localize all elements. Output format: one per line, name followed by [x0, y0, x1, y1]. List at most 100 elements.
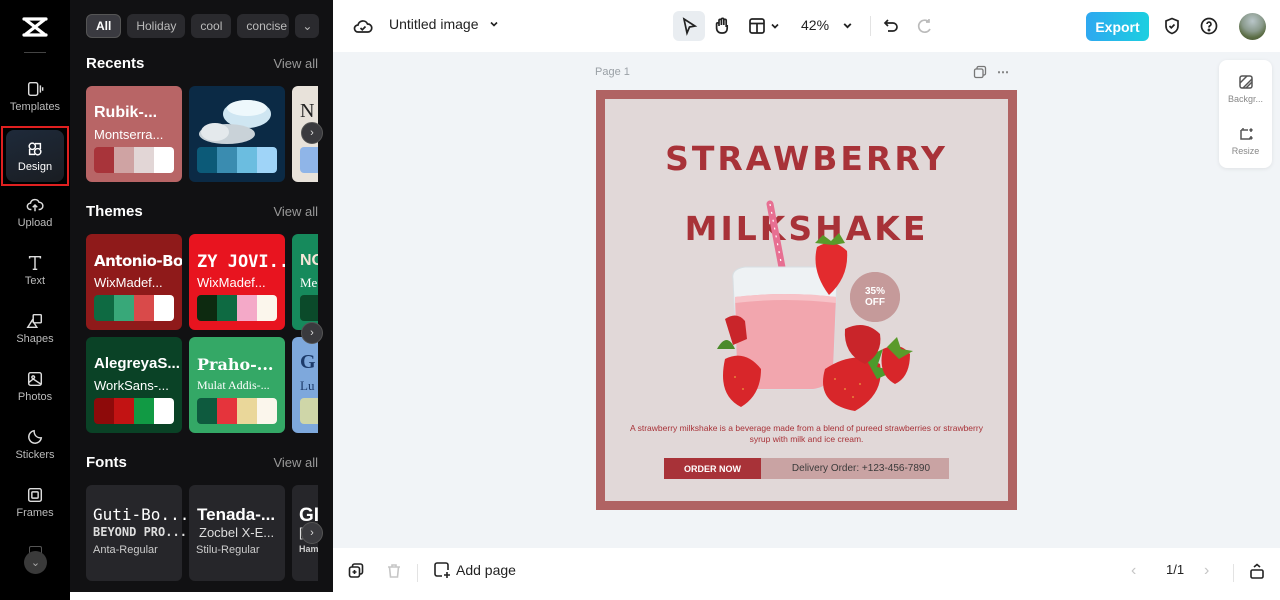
recents-cards: Rubik-... Montserra... N	[86, 86, 318, 182]
poster-design[interactable]: STRAWBERRY MILKSHAKE 35% OFF A strawberr…	[596, 90, 1017, 510]
chip-all[interactable]: All	[86, 14, 122, 38]
side-tool-label: Resize	[1231, 146, 1260, 156]
order-now-button[interactable]: ORDER NOW	[664, 458, 761, 479]
color-swatches	[197, 295, 277, 321]
color-swatches	[300, 295, 318, 321]
color-swatch	[134, 295, 154, 321]
background-tool[interactable]: Backgr...	[1219, 74, 1272, 104]
discount-badge[interactable]: 35% OFF	[850, 272, 900, 322]
bottom-divider	[1233, 564, 1234, 582]
theme-card[interactable]: ZY JOVI... WixMadef...	[189, 234, 285, 330]
color-swatches	[94, 295, 174, 321]
help-button[interactable]	[1199, 16, 1219, 36]
side-tool-label: Backgr...	[1227, 94, 1263, 104]
rail-item-label: Templates	[9, 100, 61, 113]
card-subtitle: WorkSans-...	[94, 378, 169, 393]
rail-item-frames[interactable]: Frames	[6, 476, 64, 528]
undo-button[interactable]	[881, 16, 901, 36]
hand-tool-button[interactable]	[712, 16, 732, 36]
resize-tool[interactable]: Resize	[1219, 126, 1272, 156]
zoom-level[interactable]: 42%	[801, 17, 829, 33]
rail-item-stickers[interactable]: Stickers	[6, 418, 64, 470]
poster-title-line1[interactable]: STRAWBERRY	[605, 139, 1008, 178]
page-panel-toggle[interactable]	[1248, 562, 1266, 580]
rail-item-label: Design	[17, 160, 53, 173]
themes-next-button[interactable]: ›	[301, 322, 323, 344]
font-card[interactable]: Guti-Bo... BEYOND PRO... Anta-Regular	[86, 485, 189, 581]
next-page-button[interactable]: ›	[1204, 562, 1209, 580]
capcut-logo-icon[interactable]	[20, 14, 50, 40]
color-swatch	[257, 295, 277, 321]
rail-item-upload[interactable]: Upload	[6, 186, 64, 238]
chevron-down-icon: ⌄	[30, 557, 41, 569]
recents-next-button[interactable]: ›	[301, 122, 323, 144]
side-tools-panel: Backgr... Resize	[1219, 60, 1272, 168]
delivery-contact[interactable]: Delivery Order: +123-456-7890	[761, 458, 949, 479]
fonts-view-all-link[interactable]: View all	[273, 455, 318, 470]
duplicate-page-button[interactable]	[347, 562, 365, 580]
chip-concise[interactable]: concise	[237, 14, 290, 38]
delete-page-button[interactable]	[385, 562, 403, 580]
theme-card[interactable]: NO Me	[292, 234, 318, 330]
editor-app: Templates Design Upload Text Shapes Phot…	[0, 0, 1280, 600]
order-row: ORDER NOW Delivery Order: +123-456-7890	[664, 458, 949, 479]
chevron-right-icon: ›	[310, 327, 314, 339]
design-icon	[28, 141, 42, 156]
rail-item-design[interactable]: Design	[6, 130, 64, 182]
rail-item-text[interactable]: Text	[6, 244, 64, 296]
select-tool-button[interactable]	[673, 11, 705, 41]
chevron-right-icon: ›	[310, 527, 314, 539]
cloud-save-button[interactable]	[353, 16, 373, 36]
poster-description[interactable]: A strawberry milkshake is a beverage mad…	[625, 423, 988, 445]
export-button[interactable]: Export	[1086, 12, 1149, 41]
rail-item-shapes[interactable]: Shapes	[6, 302, 64, 354]
security-button[interactable]	[1162, 16, 1182, 36]
recent-card[interactable]: Rubik-... Montserra...	[86, 86, 182, 182]
color-swatch	[217, 147, 237, 173]
themes-view-all-link[interactable]: View all	[273, 204, 318, 219]
chevron-right-icon: ›	[1204, 562, 1210, 579]
toolbar-divider	[870, 16, 871, 36]
rail-item-label: Shapes	[16, 332, 54, 345]
add-page-icon	[434, 562, 450, 578]
fonts-next-button[interactable]: ›	[301, 522, 323, 544]
chip-cool[interactable]: cool	[191, 14, 232, 38]
background-icon	[1238, 75, 1253, 89]
color-swatch	[114, 295, 134, 321]
card-subtitle: Me	[300, 275, 318, 290]
font-card[interactable]: Tenada-... Zocbel X-E... Stilu-Regular	[189, 485, 285, 581]
chip-holiday[interactable]: Holiday	[127, 14, 186, 38]
user-avatar[interactable]	[1239, 13, 1266, 40]
add-page-button[interactable]: Add page	[433, 561, 516, 579]
color-swatches	[300, 147, 318, 173]
upload-icon	[26, 198, 44, 211]
prev-page-button[interactable]: ‹	[1131, 562, 1136, 580]
more-options-icon[interactable]: ⋯	[997, 65, 1010, 79]
layout-icon	[749, 18, 765, 34]
rail-item-templates[interactable]: Templates	[6, 70, 64, 122]
shapes-icon	[26, 313, 43, 328]
poster-background: STRAWBERRY MILKSHAKE 35% OFF A strawberr…	[605, 99, 1008, 501]
theme-card[interactable]: AlegreyaS... WorkSans-...	[86, 337, 182, 433]
zoom-dropdown[interactable]	[842, 20, 853, 31]
rail-item-label: Frames	[16, 506, 54, 519]
undo-icon	[883, 19, 898, 32]
theme-card[interactable]: Praho-... Mulat Addis-...	[189, 337, 285, 433]
chips-expand-button[interactable]: ⌄	[295, 14, 320, 38]
theme-card[interactable]: G Lu	[292, 337, 318, 433]
duplicate-page-icon[interactable]	[973, 65, 987, 79]
rail-item-label: Stickers	[15, 448, 55, 461]
recent-card[interactable]	[189, 86, 285, 182]
font-sub: Anta-Regular	[93, 544, 158, 556]
theme-card[interactable]: Antonio-Bold WixMadef...	[86, 234, 182, 330]
page-label: Page 1	[595, 66, 630, 78]
card-subtitle: Lu	[300, 378, 315, 393]
rail-more-button[interactable]: ⌄	[24, 551, 47, 574]
canvas-area[interactable]: Page 1 ⋯ STRAWBERRY MILKSHAKE 35% OFF A …	[333, 52, 1280, 548]
rail-item-photos[interactable]: Photos	[6, 360, 64, 412]
redo-button[interactable]	[915, 16, 935, 36]
document-title-dropdown[interactable]: Untitled image	[389, 16, 499, 32]
milkshake-image[interactable]	[705, 199, 935, 414]
recents-view-all-link[interactable]: View all	[273, 56, 318, 71]
layout-dropdown[interactable]	[747, 16, 780, 36]
